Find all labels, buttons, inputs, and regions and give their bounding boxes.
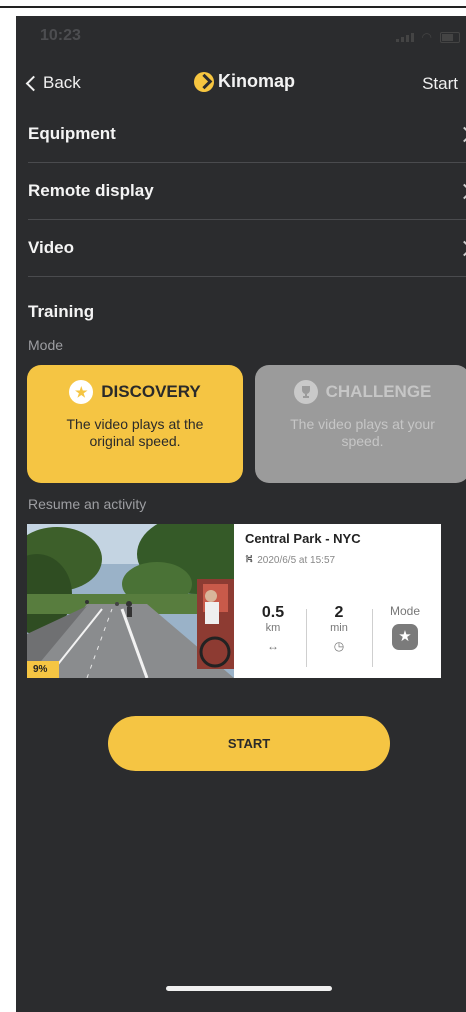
arrows-horizontal-icon: ↔ — [267, 639, 279, 653]
activity-date-row: ⛕ 2020/6/5 at 15:57 — [245, 553, 335, 567]
cyclist-icon: ⛕ — [245, 553, 254, 565]
time-unit: min — [330, 622, 348, 634]
distance-stat: 0.5 km ↔ — [242, 604, 304, 653]
time-stat: 2 min ◷ — [308, 604, 370, 653]
trophy-icon — [293, 380, 318, 404]
status-time: 10:23 — [40, 27, 81, 44]
resume-activity-card[interactable]: 9% Central Park - NYC ⛕ 2020/6/5 at 15:5… — [27, 524, 441, 678]
clock-icon: ◷ — [333, 639, 345, 653]
star-icon: ★ — [69, 380, 94, 404]
mode-card-discovery[interactable]: ★ DISCOVERY The video plays at the origi… — [27, 365, 243, 483]
battery-icon — [440, 31, 460, 43]
mode-card-description: The video plays at your speed. — [290, 416, 435, 449]
wifi-icon: ◠ — [421, 30, 432, 44]
distance-unit: km — [265, 622, 281, 634]
app-screen: 10:23 ◠ Back Kinomap Start Equipment Rem… — [16, 16, 466, 1012]
signal-icon — [395, 32, 414, 42]
activity-title: Central Park - NYC — [245, 531, 361, 546]
activity-thumbnail: 9% — [27, 524, 234, 678]
menu-item-equipment[interactable]: Equipment — [28, 106, 466, 163]
distance-value: 0.5 — [261, 604, 285, 621]
chevron-right-icon — [456, 126, 466, 143]
mode-card-title: CHALLENGE — [325, 382, 432, 401]
menu-item-video[interactable]: Video — [28, 220, 466, 277]
home-indicator[interactable] — [166, 986, 332, 991]
status-bar: 10:23 ◠ — [16, 16, 466, 60]
mode-stat: Mode ★ — [374, 604, 436, 650]
mode-card-description: The video plays at the original speed. — [66, 416, 204, 449]
chevron-right-icon — [456, 240, 466, 257]
chevron-right-icon — [456, 183, 466, 200]
menu-item-remote-display[interactable]: Remote display — [28, 163, 466, 220]
start-nav-button[interactable]: Start — [422, 74, 458, 94]
chevron-left-icon — [25, 75, 42, 92]
menu-item-label: Equipment — [28, 124, 116, 143]
kinomap-logo-icon — [194, 71, 214, 92]
progress-badge: 9% — [27, 661, 60, 678]
mode-card-challenge[interactable]: CHALLENGE The video plays at your speed. — [255, 365, 466, 483]
star-icon: ★ — [392, 624, 418, 650]
mode-label: Mode — [28, 337, 64, 353]
start-button[interactable]: START — [108, 716, 390, 771]
activity-date: 2020/6/5 at 15:57 — [257, 554, 336, 566]
nav-bar: Back Kinomap Start — [16, 68, 466, 104]
time-value: 2 — [334, 604, 344, 621]
divider — [372, 609, 373, 667]
status-icons: ◠ — [395, 30, 460, 44]
divider — [306, 609, 307, 667]
back-button[interactable]: Back — [25, 73, 81, 93]
menu-item-label: Remote display — [28, 181, 154, 200]
menu-item-label: Video — [28, 238, 74, 257]
mode-card-header: ★ DISCOVERY — [27, 380, 243, 404]
mode-card-header: CHALLENGE — [255, 380, 466, 404]
mode-stat-label: Mode — [389, 604, 421, 618]
back-label: Back — [43, 73, 81, 92]
screenshot-border — [0, 6, 466, 8]
brand-name: Kinomap — [218, 71, 296, 91]
training-title: Training — [28, 302, 95, 321]
brand: Kinomap — [194, 71, 295, 92]
resume-label: Resume an activity — [28, 496, 147, 512]
mode-card-title: DISCOVERY — [101, 382, 201, 401]
activity-info: Central Park - NYC ⛕ 2020/6/5 at 15:57 0… — [234, 524, 441, 678]
